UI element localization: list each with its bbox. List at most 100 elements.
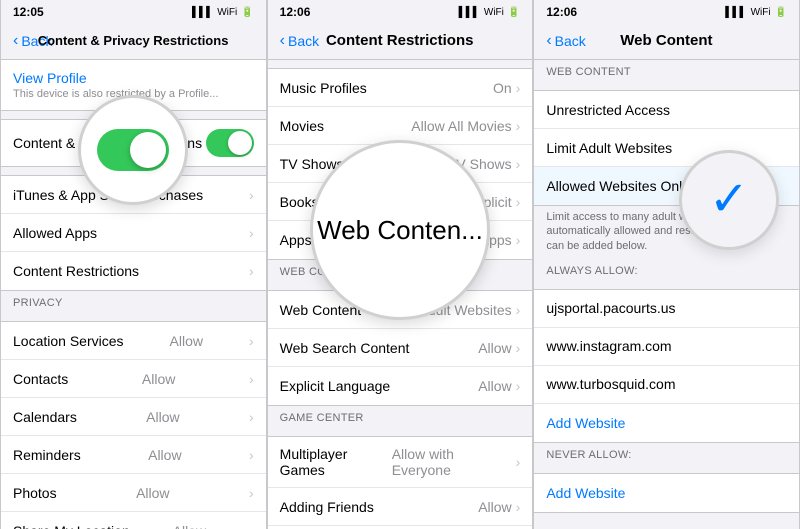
- music-row[interactable]: Music Profiles On ›: [268, 69, 533, 107]
- chevron-movies: ›: [516, 118, 521, 134]
- chevron-contacts: ›: [249, 371, 254, 387]
- chevron-location: ›: [249, 333, 254, 349]
- explicit-lang-row[interactable]: Explicit Language Allow ›: [268, 367, 533, 405]
- explicit-lang-value: Allow: [478, 378, 511, 394]
- magnifier-toggle: [78, 95, 188, 205]
- web-search-row[interactable]: Web Search Content Allow ›: [268, 329, 533, 367]
- chevron-content-restrictions: ›: [249, 263, 254, 279]
- site-label-1: ujsportal.pacourts.us: [546, 300, 675, 316]
- always-allow-header: ALWAYS ALLOW:: [534, 259, 799, 281]
- explicit-lang-label: Explicit Language: [280, 378, 391, 394]
- allowed-apps-label: Allowed Apps: [13, 225, 97, 241]
- share-location-label: Share My Location: [13, 523, 130, 529]
- time-1: 12:05: [13, 5, 44, 19]
- status-bar-1: 12:05 ▌▌▌ WiFi 🔋: [1, 0, 266, 22]
- nav-title-2: Content Restrictions: [279, 32, 520, 49]
- reminders-value: Allow: [148, 447, 181, 463]
- web-content-section-header: WEB CONTENT: [534, 60, 799, 82]
- toggle-thumb: [228, 131, 252, 155]
- apps-label: Apps: [280, 232, 312, 248]
- status-icons-2: ▌▌▌ WiFi 🔋: [459, 7, 521, 18]
- share-location-row[interactable]: Share My Location Allow ›: [1, 512, 266, 529]
- panel-1: 12:05 ▌▌▌ WiFi 🔋 ‹ Back Content & Privac…: [0, 0, 267, 529]
- photos-value: Allow: [136, 485, 169, 501]
- game-center-group: Multiplayer Games Allow with Everyone › …: [268, 436, 533, 529]
- battery-icon-2: 🔋: [508, 7, 520, 18]
- checkmark-icon: ✓: [709, 176, 749, 224]
- site-row-3: www.turbosquid.com: [534, 366, 799, 404]
- chevron-explicit-lang: ›: [516, 378, 521, 394]
- allowed-websites-label: Allowed Websites Only: [546, 178, 689, 194]
- signal-icon-3: ▌▌▌: [725, 7, 746, 18]
- contacts-label: Contacts: [13, 371, 68, 387]
- chevron-web-content: ›: [516, 302, 521, 318]
- add-website-row-1[interactable]: Add Website: [534, 404, 799, 442]
- chevron-web-search: ›: [516, 340, 521, 356]
- add-website-label-2: Add Website: [546, 485, 625, 501]
- status-icons-1: ▌▌▌ WiFi 🔋: [192, 7, 254, 18]
- add-website-row-2[interactable]: Add Website: [534, 474, 799, 512]
- nav-bar-3: ‹ Back Web Content: [534, 22, 799, 60]
- privacy-group: Location Services Allow › Contacts Allow…: [1, 321, 266, 529]
- nav-title-1: Content & Privacy Restrictions: [12, 33, 253, 48]
- unrestricted-row[interactable]: Unrestricted Access: [534, 91, 799, 129]
- chevron-music: ›: [516, 80, 521, 96]
- limit-adult-label: Limit Adult Websites: [546, 140, 672, 156]
- signal-icon-2: ▌▌▌: [459, 7, 480, 18]
- content-restrictions-row[interactable]: Content Restrictions ›: [1, 252, 266, 290]
- chevron-photos: ›: [249, 485, 254, 501]
- wifi-icon-3: WiFi: [751, 7, 771, 18]
- movies-label: Movies: [280, 118, 324, 134]
- magnifier-webcontent: Web Conten...: [310, 140, 490, 320]
- calendars-row[interactable]: Calendars Allow ›: [1, 398, 266, 436]
- wifi-icon-1: WiFi: [217, 7, 237, 18]
- adding-friends-row[interactable]: Adding Friends Allow ›: [268, 488, 533, 526]
- contacts-value: Allow: [142, 371, 175, 387]
- panel-2: 12:06 ▌▌▌ WiFi 🔋 ‹ Back Content Restrict…: [267, 0, 534, 529]
- adding-friends-value: Allow: [478, 499, 511, 515]
- music-value: On: [493, 80, 512, 96]
- multiplayer-row[interactable]: Multiplayer Games Allow with Everyone ›: [268, 437, 533, 488]
- game-center-header: GAME CENTER: [268, 406, 533, 428]
- wifi-icon-2: WiFi: [484, 7, 504, 18]
- chevron-reminders: ›: [249, 447, 254, 463]
- movies-value: Allow All Movies: [411, 118, 511, 134]
- toggle-magnified: [97, 129, 169, 171]
- chevron-multiplayer: ›: [516, 454, 521, 470]
- nav-title-3: Web Content: [546, 32, 787, 49]
- site-label-2: www.instagram.com: [546, 338, 671, 354]
- nav-bar-2: ‹ Back Content Restrictions: [268, 22, 533, 60]
- add-website-label-1: Add Website: [546, 415, 625, 431]
- chevron-adding-friends: ›: [516, 499, 521, 515]
- calendars-value: Allow: [146, 409, 179, 425]
- status-bar-3: 12:06 ▌▌▌ WiFi 🔋: [534, 0, 799, 22]
- time-2: 12:06: [280, 5, 311, 19]
- privacy-header: PRIVACY: [1, 291, 266, 313]
- magnifier-text-label: Web Conten...: [317, 215, 483, 246]
- multiplayer-value: Allow with Everyone: [392, 446, 512, 478]
- adding-friends-label: Adding Friends: [280, 499, 374, 515]
- chevron-share-location: ›: [249, 523, 254, 529]
- status-icons-3: ▌▌▌ WiFi 🔋: [725, 7, 787, 18]
- location-row[interactable]: Location Services Allow ›: [1, 322, 266, 360]
- share-location-value: Allow: [173, 523, 206, 529]
- calendars-label: Calendars: [13, 409, 77, 425]
- reminders-row[interactable]: Reminders Allow ›: [1, 436, 266, 474]
- allowed-apps-row[interactable]: Allowed Apps ›: [1, 214, 266, 252]
- chevron-tvshows: ›: [516, 156, 521, 172]
- unrestricted-label: Unrestricted Access: [546, 102, 670, 118]
- contacts-row[interactable]: Contacts Allow ›: [1, 360, 266, 398]
- never-allow-header: NEVER ALLOW:: [534, 443, 799, 465]
- site-label-3: www.turbosquid.com: [546, 376, 675, 392]
- panel-3: 12:06 ▌▌▌ WiFi 🔋 ‹ Back Web Content WEB …: [533, 0, 800, 529]
- chevron-calendars: ›: [249, 409, 254, 425]
- nav-bar-1: ‹ Back Content & Privacy Restrictions: [1, 22, 266, 60]
- time-3: 12:06: [546, 5, 577, 19]
- reminders-label: Reminders: [13, 447, 81, 463]
- always-allow-group: ujsportal.pacourts.us www.instagram.com …: [534, 289, 799, 443]
- privacy-toggle[interactable]: [206, 129, 254, 157]
- multiplayer-label: Multiplayer Games: [280, 446, 392, 478]
- chevron-apps: ›: [516, 232, 521, 248]
- photos-row[interactable]: Photos Allow ›: [1, 474, 266, 512]
- never-allow-group: Add Website: [534, 473, 799, 513]
